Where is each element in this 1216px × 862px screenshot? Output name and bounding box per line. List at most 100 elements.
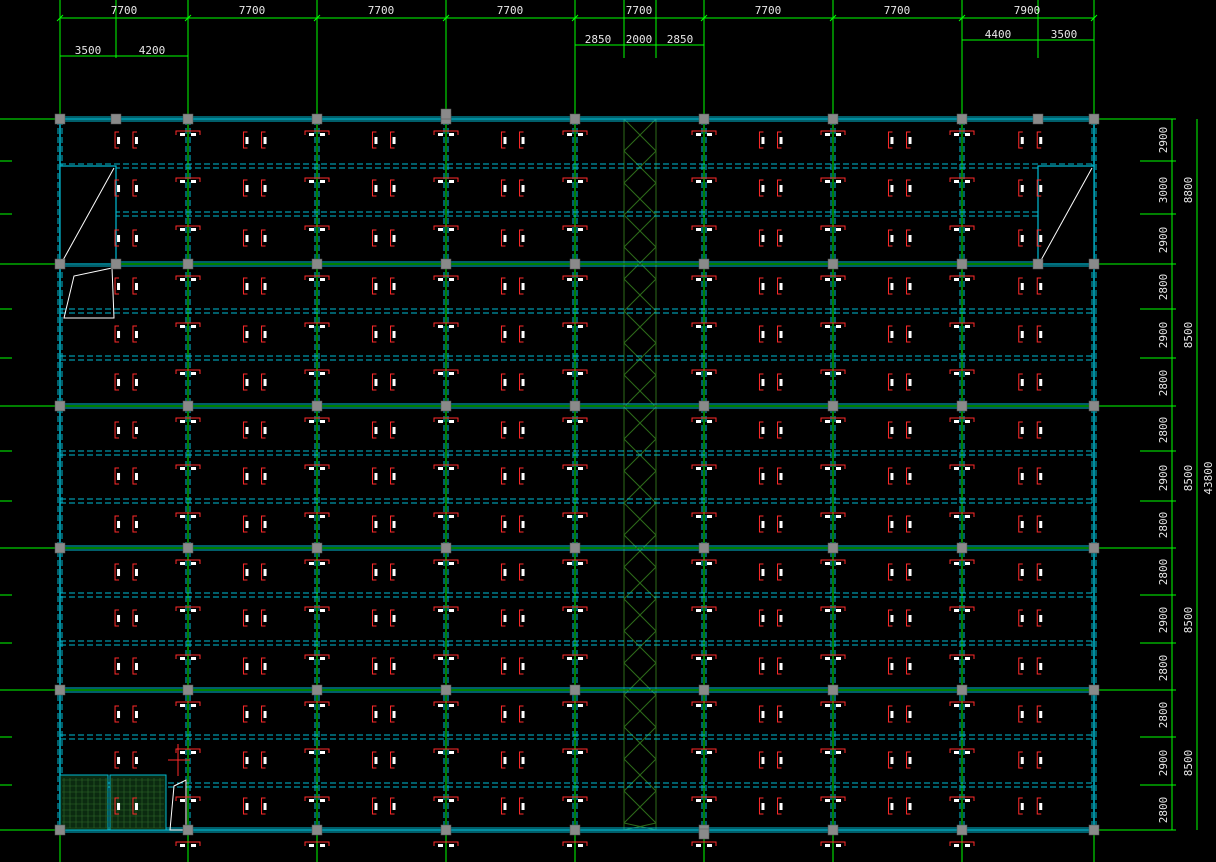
- opening-outline: [63, 267, 115, 319]
- rebar-tag: [707, 609, 712, 612]
- rebar-tag: [954, 133, 959, 136]
- rebar-tag: [1039, 379, 1043, 386]
- column: [698, 113, 710, 125]
- rebar-tag: [890, 569, 894, 576]
- rebar-tag: [954, 609, 959, 612]
- rebar-tag: [438, 325, 443, 328]
- rebar-tag: [825, 180, 830, 183]
- rebar-tag: [309, 844, 314, 847]
- rebar-tag: [245, 473, 249, 480]
- rebar-tag: [836, 180, 841, 183]
- top-subdim-mid-1: 2850: [585, 33, 612, 46]
- rebar-tag: [309, 420, 314, 423]
- rebar-tag: [1039, 615, 1043, 622]
- rebar-tag: [449, 562, 454, 565]
- rebar-tag: [965, 609, 970, 612]
- rebar-tag: [392, 283, 396, 290]
- rebar-tag: [779, 235, 783, 242]
- rebar-tag: [392, 757, 396, 764]
- rebar-tag: [908, 521, 912, 528]
- rebar-tag: [191, 467, 196, 470]
- rebar-tag: [320, 133, 325, 136]
- rebar-tag: [779, 757, 783, 764]
- rebar-tag: [245, 711, 249, 718]
- rebar-tag: [890, 283, 894, 290]
- rebar-tag: [761, 663, 765, 670]
- rebar-tag: [438, 657, 443, 660]
- rebar-tag: [263, 757, 267, 764]
- rebar-tag: [392, 711, 396, 718]
- rebar-tag: [1039, 235, 1043, 242]
- rebar-tag: [309, 325, 314, 328]
- rebar-tag: [954, 704, 959, 707]
- rebar-tag: [245, 235, 249, 242]
- rebar-tag: [374, 235, 378, 242]
- rebar-tag: [761, 803, 765, 810]
- column: [956, 400, 968, 412]
- rebar-tag: [1039, 283, 1043, 290]
- rebar-tag: [836, 133, 841, 136]
- rebar-tag: [374, 569, 378, 576]
- rebar-tag: [503, 185, 507, 192]
- rebar-tag: [890, 757, 894, 764]
- column: [182, 400, 194, 412]
- rebar-tag: [578, 799, 583, 802]
- column: [956, 258, 968, 270]
- rebar-tag: [263, 711, 267, 718]
- column: [827, 400, 839, 412]
- rebar-tag: [1020, 185, 1024, 192]
- column: [827, 258, 839, 270]
- rebar-tag: [1039, 427, 1043, 434]
- rebar-tag: [503, 137, 507, 144]
- rebar-tag: [567, 844, 572, 847]
- rebar-tag: [449, 467, 454, 470]
- rebar-tag: [578, 372, 583, 375]
- right-subdim-2: 3000: [1157, 177, 1170, 204]
- rebar-tag: [180, 515, 185, 518]
- rebar-tag: [117, 137, 121, 144]
- column: [1088, 824, 1100, 836]
- rebar-tag: [117, 757, 121, 764]
- rebar-tag: [825, 657, 830, 660]
- column: [311, 400, 323, 412]
- right-subdim-6: 2800: [1157, 370, 1170, 397]
- rebar-tag: [890, 137, 894, 144]
- rebar-tag: [521, 427, 525, 434]
- rebar-tag: [908, 185, 912, 192]
- rebar-tag: [521, 283, 525, 290]
- column: [440, 542, 452, 554]
- rebar-tag: [1039, 473, 1043, 480]
- rebar-tag: [180, 704, 185, 707]
- rebar-tag: [263, 379, 267, 386]
- rebar-tag: [779, 427, 783, 434]
- right-subdim-12: 2800: [1157, 655, 1170, 682]
- rebar-tag: [965, 467, 970, 470]
- rebar-tag: [180, 372, 185, 375]
- rebar-tag: [503, 757, 507, 764]
- rebar-tag: [567, 278, 572, 281]
- rebar-tag: [309, 133, 314, 136]
- rebar-tag: [521, 569, 525, 576]
- rebar-tag: [1020, 427, 1024, 434]
- column: [311, 113, 323, 125]
- rebar-tag: [761, 711, 765, 718]
- rebar-tag: [965, 180, 970, 183]
- rebar-tag: [449, 609, 454, 612]
- rebar-tag: [134, 757, 138, 764]
- rebar-tag: [965, 325, 970, 328]
- right-dim-bay-2: 8500: [1182, 322, 1195, 349]
- rebar-tag: [309, 562, 314, 565]
- rebar-tag: [696, 133, 701, 136]
- column: [569, 824, 581, 836]
- rebar-tag: [578, 751, 583, 754]
- column: [569, 258, 581, 270]
- column: [827, 542, 839, 554]
- rebar-tag: [696, 799, 701, 802]
- rebar-tag: [438, 372, 443, 375]
- rebar-tag: [890, 331, 894, 338]
- right-subdim-3: 2900: [1157, 227, 1170, 254]
- rebar-tag: [965, 133, 970, 136]
- rebar-tag: [180, 657, 185, 660]
- rebar-tag: [965, 515, 970, 518]
- rebar-tag: [374, 615, 378, 622]
